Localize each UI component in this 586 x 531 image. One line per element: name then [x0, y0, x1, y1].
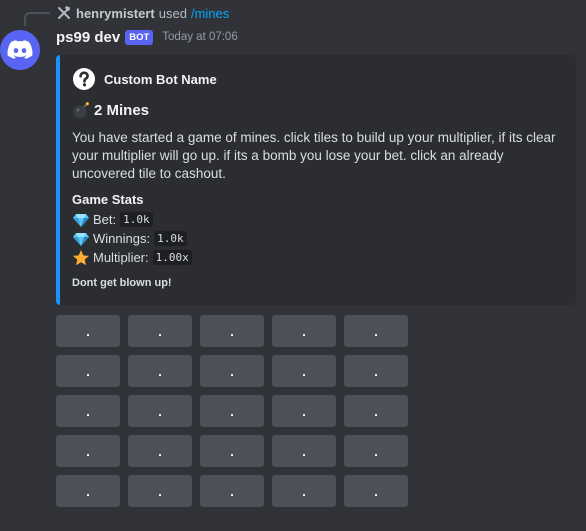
mine-tile[interactable]: .: [56, 435, 120, 467]
mine-tile[interactable]: .: [272, 435, 336, 467]
mine-tile[interactable]: .: [200, 395, 264, 427]
discord-logo-icon: [7, 40, 33, 59]
mine-tile[interactable]: .: [200, 435, 264, 467]
question-mark-icon: [73, 68, 95, 90]
field-name: Game Stats: [72, 192, 144, 207]
embed-footer: Dont get blown up!: [72, 277, 172, 289]
stat-value: 1.00x: [152, 250, 192, 265]
command-name[interactable]: /mines: [191, 6, 229, 21]
gem-icon: [72, 230, 90, 248]
gem-icon: [72, 211, 90, 229]
bomb-icon: [73, 102, 89, 119]
mine-tile[interactable]: .: [128, 475, 192, 507]
embed-title: 2 Mines: [72, 99, 562, 121]
embed-title-text: 2 Mines: [94, 101, 150, 119]
stat-label: Multiplier:: [93, 250, 149, 265]
stat-label: Winnings:: [93, 231, 151, 246]
bot-name[interactable]: ps99 dev: [56, 29, 120, 46]
stat-value: 1.0k: [154, 231, 187, 246]
message-header: ps99 dev BOT Today at 07:06: [56, 27, 238, 47]
embed-description: You have started a game of mines. click …: [72, 130, 556, 181]
mine-tile[interactable]: .: [344, 355, 408, 387]
mine-tile[interactable]: .: [128, 395, 192, 427]
mine-tile[interactable]: .: [272, 355, 336, 387]
mines-grid: . . . . . . . . . . . . . . . . . . . . …: [56, 315, 408, 507]
stat-winnings: Winnings: 1.0k: [72, 229, 562, 248]
avatar[interactable]: [0, 30, 40, 70]
command-invocation: henrymistert used /mines: [56, 4, 229, 22]
stat-label: Bet:: [93, 212, 117, 227]
mine-tile[interactable]: .: [272, 475, 336, 507]
embed-author-name: Custom Bot Name: [104, 71, 217, 87]
mine-tile[interactable]: .: [344, 475, 408, 507]
bot-badge: BOT: [125, 29, 154, 45]
mine-tile[interactable]: .: [56, 355, 120, 387]
mine-tile[interactable]: .: [344, 315, 408, 347]
embed-author: Custom Bot Name: [72, 67, 562, 91]
stat-bet: Bet: 1.0k: [72, 210, 562, 229]
stat-multiplier: Multiplier: 1.00x: [72, 248, 562, 267]
mine-tile[interactable]: .: [200, 315, 264, 347]
mine-tile[interactable]: .: [128, 355, 192, 387]
mine-tile[interactable]: .: [128, 435, 192, 467]
mine-tile[interactable]: .: [56, 475, 120, 507]
timestamp: Today at 07:06: [162, 31, 238, 43]
command-user[interactable]: henrymistert: [76, 6, 155, 21]
mine-tile[interactable]: .: [56, 395, 120, 427]
mine-tile[interactable]: .: [56, 315, 120, 347]
mine-tile[interactable]: .: [128, 315, 192, 347]
mine-tile[interactable]: .: [272, 315, 336, 347]
slash-command-icon: [56, 5, 72, 21]
stat-value: 1.0k: [120, 212, 153, 227]
star-icon: [72, 249, 90, 267]
mine-tile[interactable]: .: [272, 395, 336, 427]
mine-tile[interactable]: .: [344, 435, 408, 467]
mine-tile[interactable]: .: [200, 355, 264, 387]
mine-tile[interactable]: .: [200, 475, 264, 507]
reply-connector: [24, 12, 50, 26]
mine-tile[interactable]: .: [344, 395, 408, 427]
embed: Custom Bot Name 2 Mines You have started…: [56, 55, 576, 305]
command-used-text: used: [158, 5, 187, 21]
